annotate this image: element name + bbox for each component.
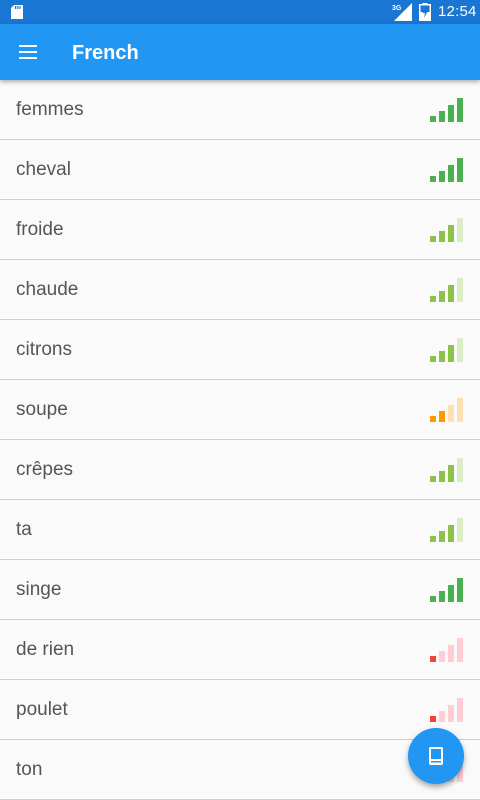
strength-bar	[439, 531, 445, 542]
strength-bar	[439, 291, 445, 302]
strength-bar	[439, 711, 445, 722]
strength-bar	[457, 398, 463, 422]
strength-bar	[430, 176, 436, 182]
list-item[interactable]: femmes	[0, 80, 480, 140]
strength-bar	[439, 591, 445, 602]
word-label: froide	[16, 219, 64, 240]
book-icon	[429, 747, 443, 765]
hamburger-menu-icon[interactable]	[14, 38, 42, 66]
strength-bar	[430, 656, 436, 662]
strength-bar	[457, 698, 463, 722]
strength-meter-icon	[430, 98, 464, 122]
word-label: ton	[16, 759, 43, 780]
strength-bar	[430, 416, 436, 422]
word-list: femmes cheval froide chaude citrons soupe crêp…	[0, 80, 480, 800]
strength-bar	[439, 351, 445, 362]
strength-meter-icon	[430, 338, 464, 362]
strength-bar	[439, 231, 445, 242]
strength-meter-icon	[430, 458, 464, 482]
strength-bar	[448, 525, 454, 542]
open-book-button[interactable]	[408, 728, 464, 784]
strength-bar	[439, 411, 445, 422]
strength-meter-icon	[430, 638, 464, 662]
strength-bar	[439, 111, 445, 122]
strength-bar	[448, 645, 454, 662]
strength-bar	[430, 536, 436, 542]
strength-bar	[439, 651, 445, 662]
list-item[interactable]: ta	[0, 500, 480, 560]
status-bar: 3G 12:54	[0, 0, 480, 24]
strength-meter-icon	[430, 158, 464, 182]
strength-bar	[430, 716, 436, 722]
strength-bar	[457, 518, 463, 542]
strength-bar	[430, 356, 436, 362]
strength-bar	[457, 218, 463, 242]
strength-bar	[448, 105, 454, 122]
strength-bar	[448, 405, 454, 422]
clock: 12:54	[438, 3, 477, 20]
strength-bar	[430, 476, 436, 482]
page-title: French	[72, 42, 139, 64]
list-item[interactable]: citrons	[0, 320, 480, 380]
list-item[interactable]: chaude	[0, 260, 480, 320]
word-label: crêpes	[16, 459, 74, 480]
strength-meter-icon	[430, 278, 464, 302]
sd-card-icon	[11, 5, 23, 19]
list-item[interactable]: de rien	[0, 620, 480, 680]
word-label: femmes	[16, 99, 84, 120]
strength-bar	[430, 596, 436, 602]
strength-bar	[448, 705, 454, 722]
word-label: poulet	[16, 699, 68, 720]
strength-meter-icon	[430, 398, 464, 422]
strength-bar	[430, 116, 436, 122]
strength-bar	[457, 98, 463, 122]
strength-bar	[457, 638, 463, 662]
list-item[interactable]: soupe	[0, 380, 480, 440]
word-label: citrons	[16, 339, 72, 360]
hamburger-glyph	[19, 45, 37, 59]
word-label: singe	[16, 579, 62, 600]
network-type-label: 3G	[392, 5, 402, 12]
list-item[interactable]: singe	[0, 560, 480, 620]
strength-bar	[448, 585, 454, 602]
word-label: chaude	[16, 279, 79, 300]
strength-bar	[457, 338, 463, 362]
strength-meter-icon	[430, 518, 464, 542]
strength-bar	[439, 171, 445, 182]
strength-bar	[457, 458, 463, 482]
strength-bar	[457, 158, 463, 182]
list-item[interactable]: cheval	[0, 140, 480, 200]
word-label: de rien	[16, 639, 75, 660]
signal-icon: 3G	[392, 3, 412, 21]
strength-bar	[448, 225, 454, 242]
strength-meter-icon	[430, 218, 464, 242]
strength-bar	[457, 278, 463, 302]
strength-bar	[448, 285, 454, 302]
strength-bar	[448, 165, 454, 182]
app-bar: French	[0, 24, 480, 80]
strength-meter-icon	[430, 578, 464, 602]
strength-bar	[448, 345, 454, 362]
strength-meter-icon	[430, 698, 464, 722]
list-item[interactable]: crêpes	[0, 440, 480, 500]
list-item[interactable]: froide	[0, 200, 480, 260]
list-item[interactable]: poulet	[0, 680, 480, 740]
battery-charging-icon	[419, 3, 431, 21]
strength-bar	[457, 578, 463, 602]
word-label: ta	[16, 519, 32, 540]
strength-bar	[430, 296, 436, 302]
strength-bar	[439, 471, 445, 482]
word-label: cheval	[16, 159, 71, 180]
strength-bar	[430, 236, 436, 242]
strength-bar	[448, 465, 454, 482]
word-label: soupe	[16, 399, 68, 420]
